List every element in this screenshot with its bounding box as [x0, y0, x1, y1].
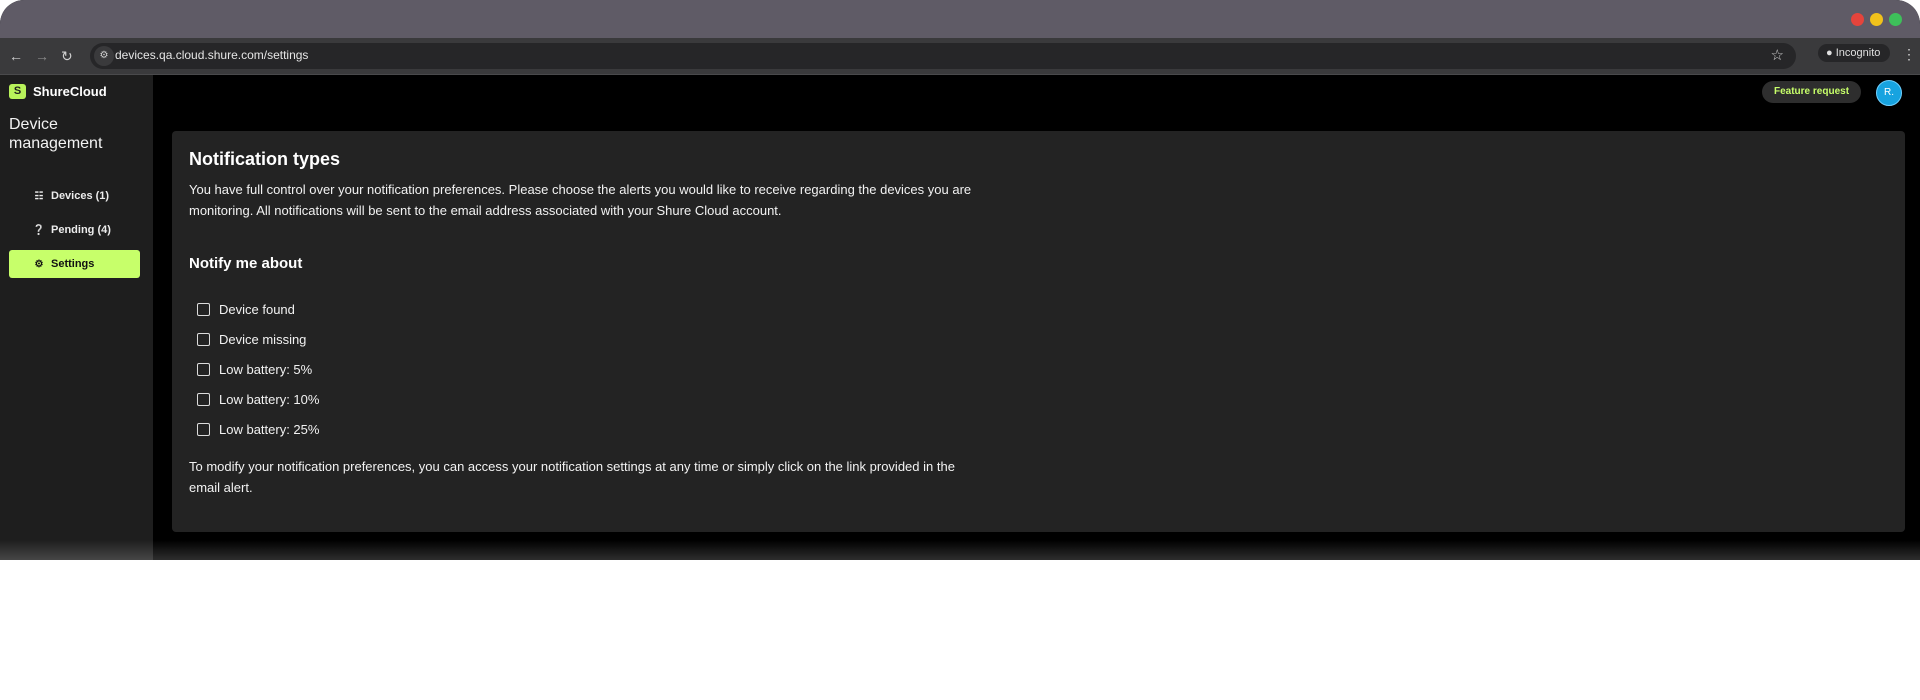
- option-label: Low battery: 25%: [219, 421, 320, 437]
- checkbox[interactable]: [197, 332, 210, 346]
- section-title: Device management: [9, 116, 103, 152]
- devices-icon: ☷: [34, 190, 44, 202]
- page-title: Notification types: [189, 149, 341, 169]
- checkbox[interactable]: [197, 302, 210, 316]
- option-label: Device found: [219, 301, 295, 317]
- url-text: devices.qa.cloud.shure.com/settings: [115, 48, 309, 62]
- option-device-missing[interactable]: Device missing: [197, 324, 319, 354]
- intro-line-1: You have full control over your notifica…: [189, 182, 972, 197]
- sidebar-item-label: Pending (4): [51, 224, 111, 236]
- option-label: Device missing: [219, 331, 307, 347]
- minimize-window-button[interactable]: [1870, 13, 1883, 26]
- option-low-battery-10[interactable]: Low battery: 10%: [197, 384, 319, 414]
- feature-request-button[interactable]: Feature request: [1762, 81, 1862, 103]
- footer-line-1: To modify your notification preferences,…: [189, 459, 955, 474]
- close-window-button[interactable]: [1851, 13, 1864, 26]
- site-settings-icon[interactable]: ⚙: [94, 46, 114, 66]
- sidebar-item-devices[interactable]: ☷ Devices (1): [9, 182, 140, 210]
- reload-icon[interactable]: ↻: [61, 47, 73, 65]
- avatar[interactable]: R.: [1876, 80, 1902, 106]
- browser-menu-icon[interactable]: ⋮: [1902, 46, 1916, 63]
- bookmark-star-icon[interactable]: ☆: [1771, 46, 1784, 64]
- brand-name: ShureCloud: [33, 84, 107, 99]
- sidebar-item-label: Settings: [51, 258, 95, 270]
- brand-logo[interactable]: S ShureCloud: [9, 84, 107, 99]
- option-label: Low battery: 10%: [219, 391, 320, 407]
- checkbox[interactable]: [197, 392, 210, 406]
- help-icon: ❔: [32, 224, 46, 236]
- browser-toolbar: ← → ↻ ⚙ devices.qa.cloud.shure.com/setti…: [0, 38, 1920, 75]
- address-bar[interactable]: ⚙ devices.qa.cloud.shure.com/settings ☆: [90, 43, 1796, 69]
- checkbox[interactable]: [197, 362, 210, 376]
- main-content: Feature request R. Notification types Yo…: [153, 75, 1920, 560]
- sidebar-item-label: Devices (1): [51, 190, 110, 202]
- shure-logo-icon: S: [9, 84, 26, 99]
- browser-titlebar: [0, 0, 1920, 38]
- sidebar-item-pending[interactable]: ❔ Pending (4): [9, 216, 140, 244]
- option-low-battery-5[interactable]: Low battery: 5%: [197, 354, 319, 384]
- forward-icon[interactable]: →: [35, 47, 49, 65]
- option-low-battery-25[interactable]: Low battery: 25%: [197, 414, 319, 444]
- browser-window: ← → ↻ ⚙ devices.qa.cloud.shure.com/setti…: [0, 0, 1920, 560]
- sidebar-nav: ☷ Devices (1) ❔ Pending (4) ⚙ Settings: [9, 182, 140, 284]
- incognito-label: Incognito: [1835, 47, 1881, 59]
- incognito-badge[interactable]: ● Incognito: [1818, 44, 1891, 62]
- notification-settings-card: Notification types You have full control…: [172, 131, 1905, 532]
- intro-line-2: monitoring. All notifications will be se…: [189, 203, 782, 218]
- notification-options: Device found Device missing Low battery:…: [197, 294, 319, 444]
- notify-subtitle: Notify me about: [189, 255, 303, 272]
- back-icon[interactable]: ←: [9, 47, 23, 65]
- gear-icon: ⚙: [34, 258, 44, 270]
- sidebar: S ShureCloud Device management ☷ Devices…: [0, 75, 153, 560]
- bottom-fade-overlay: [0, 540, 1920, 700]
- footer-line-2: email alert.: [189, 480, 253, 495]
- option-label: Low battery: 5%: [219, 361, 313, 377]
- app: S ShureCloud Device management ☷ Devices…: [0, 75, 1920, 560]
- sidebar-item-settings[interactable]: ⚙ Settings: [9, 250, 140, 278]
- window-controls: [1851, 13, 1902, 26]
- incognito-icon: ●: [1826, 47, 1833, 59]
- maximize-window-button[interactable]: [1889, 13, 1902, 26]
- checkbox[interactable]: [197, 422, 210, 436]
- option-device-found[interactable]: Device found: [197, 294, 319, 324]
